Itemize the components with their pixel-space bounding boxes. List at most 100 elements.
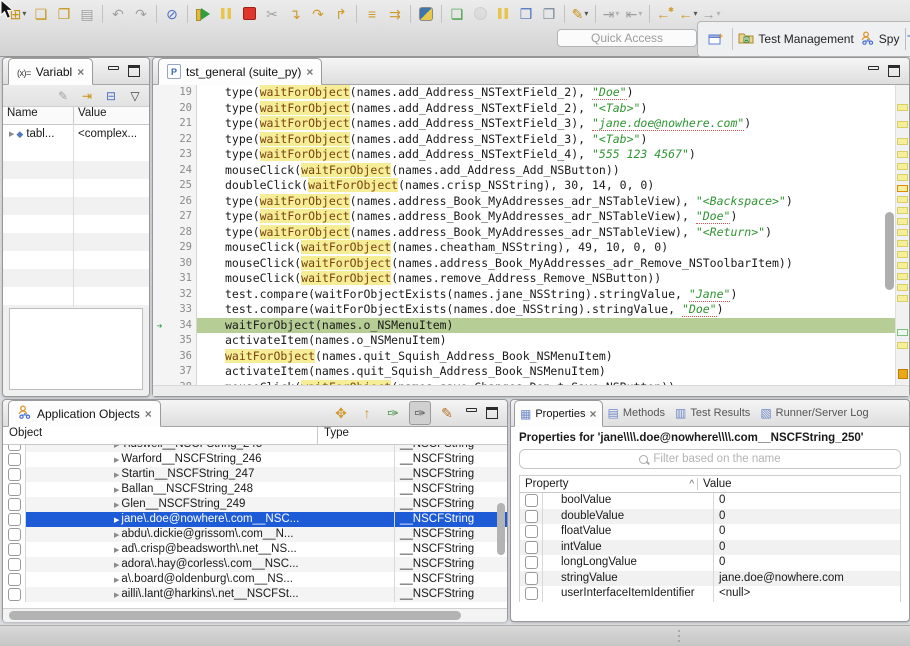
- close-icon[interactable]: [589, 407, 596, 421]
- code-line[interactable]: 33test.compare(waitForObjectExists(names…: [153, 302, 896, 318]
- code-line[interactable]: 24mouseClick(waitForObject(names.add_Add…: [153, 163, 896, 179]
- code-line[interactable]: 28type(waitForObject(names.address_Book_…: [153, 225, 896, 241]
- close-icon[interactable]: [306, 65, 313, 79]
- minimize-button[interactable]: [466, 408, 477, 418]
- skip-breakpoints-icon[interactable]: ⊘: [162, 3, 182, 25]
- property-row[interactable]: intValue0: [520, 540, 900, 556]
- add-verification-point-icon[interactable]: ❒: [516, 3, 536, 25]
- object-tree-row[interactable]: adora\.hay@corless\.com__NSC...__NSCFStr…: [3, 557, 507, 572]
- back-icon[interactable]: ←▾: [678, 3, 698, 25]
- expand-triangle-icon[interactable]: [108, 452, 121, 467]
- property-row[interactable]: doubleValue0: [520, 509, 900, 525]
- object-tree-row[interactable]: ailli\.lant@harkins\.net__NSCFSt...__NSC…: [3, 587, 507, 602]
- ruler-marker[interactable]: [897, 329, 908, 336]
- expand-triangle-icon[interactable]: [108, 467, 121, 482]
- highlight-picked-object-icon[interactable]: ✑: [409, 401, 431, 425]
- ruler-marker[interactable]: [897, 342, 908, 349]
- ruler-marker[interactable]: [897, 174, 908, 181]
- code-line[interactable]: 30mouseClick(waitForObject(names.address…: [153, 256, 896, 272]
- collapse-all-icon[interactable]: ⊟: [101, 85, 121, 107]
- edit-object-name-icon[interactable]: ✎: [437, 402, 457, 424]
- locate-object-icon[interactable]: ✥: [331, 402, 351, 424]
- drag-handle[interactable]: [678, 630, 680, 632]
- row-checkbox[interactable]: [8, 588, 21, 601]
- row-checkbox[interactable]: [8, 513, 21, 526]
- code-line[interactable]: 36waitForObject(names.quit_Squish_Addres…: [153, 349, 896, 365]
- code-line[interactable]: 23type(waitForObject(names.add_Address_N…: [153, 147, 896, 163]
- row-checkbox[interactable]: [525, 556, 538, 569]
- objects-scrollbar[interactable]: [497, 503, 505, 555]
- record-snippet-icon[interactable]: ❐: [54, 3, 74, 25]
- object-tree-row[interactable]: Tidswell__NSCFString_245__NSCFString: [3, 445, 507, 452]
- ruler-marker[interactable]: [897, 196, 908, 203]
- column-header-object[interactable]: Object: [3, 427, 318, 444]
- object-tree-row-selected[interactable]: jane\.doe@nowhere\.com__NSC...__NSCFStri…: [3, 512, 507, 527]
- row-checkbox[interactable]: [8, 528, 21, 541]
- close-icon[interactable]: [145, 407, 152, 421]
- column-header-value[interactable]: Value: [74, 107, 149, 124]
- expand-triangle-icon[interactable]: [108, 527, 121, 542]
- python-console-icon[interactable]: [416, 3, 436, 25]
- column-header-value[interactable]: Value: [698, 478, 900, 490]
- overview-ruler[interactable]: [895, 85, 909, 385]
- editor-scrollbar[interactable]: [885, 212, 894, 290]
- ruler-marker[interactable]: [897, 207, 908, 214]
- ruler-marker[interactable]: [897, 185, 908, 192]
- maximize-button[interactable]: [486, 407, 498, 419]
- quick-access-input[interactable]: Quick Access: [557, 29, 697, 47]
- expand-triangle-icon[interactable]: [3, 125, 16, 143]
- property-row[interactable]: floatValue0: [520, 524, 900, 540]
- ruler-marker[interactable]: [897, 273, 908, 280]
- run-to-line-icon[interactable]: ≡: [362, 3, 382, 25]
- record-test-case-icon[interactable]: ❏: [31, 3, 51, 25]
- tab-properties[interactable]: ▦Properties: [514, 400, 603, 427]
- row-checkbox[interactable]: [8, 453, 21, 466]
- object-tree-row[interactable]: Ballan__NSCFString_248__NSCFString: [3, 482, 507, 497]
- expand-triangle-icon[interactable]: [108, 482, 121, 497]
- row-checkbox[interactable]: [8, 558, 21, 571]
- minimize-button[interactable]: [108, 66, 119, 76]
- expand-triangle-icon[interactable]: [108, 587, 121, 602]
- perspective-test-management[interactable]: Test Management: [738, 31, 853, 47]
- code-line[interactable]: 20type(waitForObject(names.add_Address_N…: [153, 101, 896, 117]
- horizontal-scrollbar[interactable]: [3, 608, 507, 622]
- pick-object-icon[interactable]: ✑: [383, 402, 403, 424]
- ruler-marker[interactable]: [897, 295, 908, 302]
- code-line[interactable]: 27type(waitForObject(names.address_Book_…: [153, 209, 896, 225]
- column-header-name[interactable]: Name: [3, 107, 74, 124]
- object-tree-row[interactable]: Startin__NSCFString_247__NSCFString: [3, 467, 507, 482]
- windows-icon[interactable]: ❐: [539, 3, 559, 25]
- tab-editor[interactable]: tst_general (suite_py): [158, 58, 322, 85]
- code-line[interactable]: 37activateItem(names.quit_Squish_Address…: [153, 364, 896, 380]
- launch-aut-icon[interactable]: ❏: [447, 3, 467, 25]
- ruler-marker[interactable]: [897, 251, 908, 258]
- row-checkbox[interactable]: [8, 498, 21, 511]
- object-tree-row[interactable]: ad\.crisp@beadsworth\.net__NS...__NSCFSt…: [3, 542, 507, 557]
- last-edit-location-icon[interactable]: ←✱: [655, 3, 675, 25]
- property-row[interactable]: longLongValue0: [520, 555, 900, 571]
- code-line[interactable]: 25doubleClick(waitForObject(names.crisp_…: [153, 178, 896, 194]
- property-row[interactable]: userInterfaceItemIdentifier<null>: [520, 586, 900, 602]
- ruler-marker[interactable]: [897, 262, 908, 269]
- variable-row[interactable]: tabl...<complex...: [3, 125, 149, 143]
- code-line[interactable]: 22type(waitForObject(names.add_Address_N…: [153, 132, 896, 148]
- minimize-button[interactable]: [868, 66, 879, 76]
- close-icon[interactable]: [77, 65, 84, 79]
- code-line[interactable]: 31mouseClick(waitForObject(names.remove_…: [153, 271, 896, 287]
- code-line[interactable]: 21type(waitForObject(names.add_Address_N…: [153, 116, 896, 132]
- row-checkbox[interactable]: [525, 525, 538, 538]
- expand-triangle-icon[interactable]: [108, 557, 121, 572]
- code-line[interactable]: 26type(waitForObject(names.address_Book_…: [153, 194, 896, 210]
- row-checkbox[interactable]: [8, 468, 21, 481]
- code-line[interactable]: 29mouseClick(waitForObject(names.cheatha…: [153, 240, 896, 256]
- tab-test-results[interactable]: ▥Test Results: [670, 400, 755, 426]
- maximize-button[interactable]: [128, 65, 140, 77]
- row-checkbox[interactable]: [525, 541, 538, 554]
- column-header-property[interactable]: Property: [520, 478, 698, 490]
- object-tree-row[interactable]: Warford__NSCFString_246__NSCFString: [3, 452, 507, 467]
- code-line[interactable]: 19type(waitForObject(names.add_Address_N…: [153, 85, 896, 101]
- code-line-current[interactable]: 34waitForObject(names.o_NSMenuItem): [153, 318, 896, 334]
- row-checkbox[interactable]: [8, 483, 21, 496]
- expand-triangle-icon[interactable]: [108, 572, 121, 587]
- row-checkbox[interactable]: [525, 510, 538, 523]
